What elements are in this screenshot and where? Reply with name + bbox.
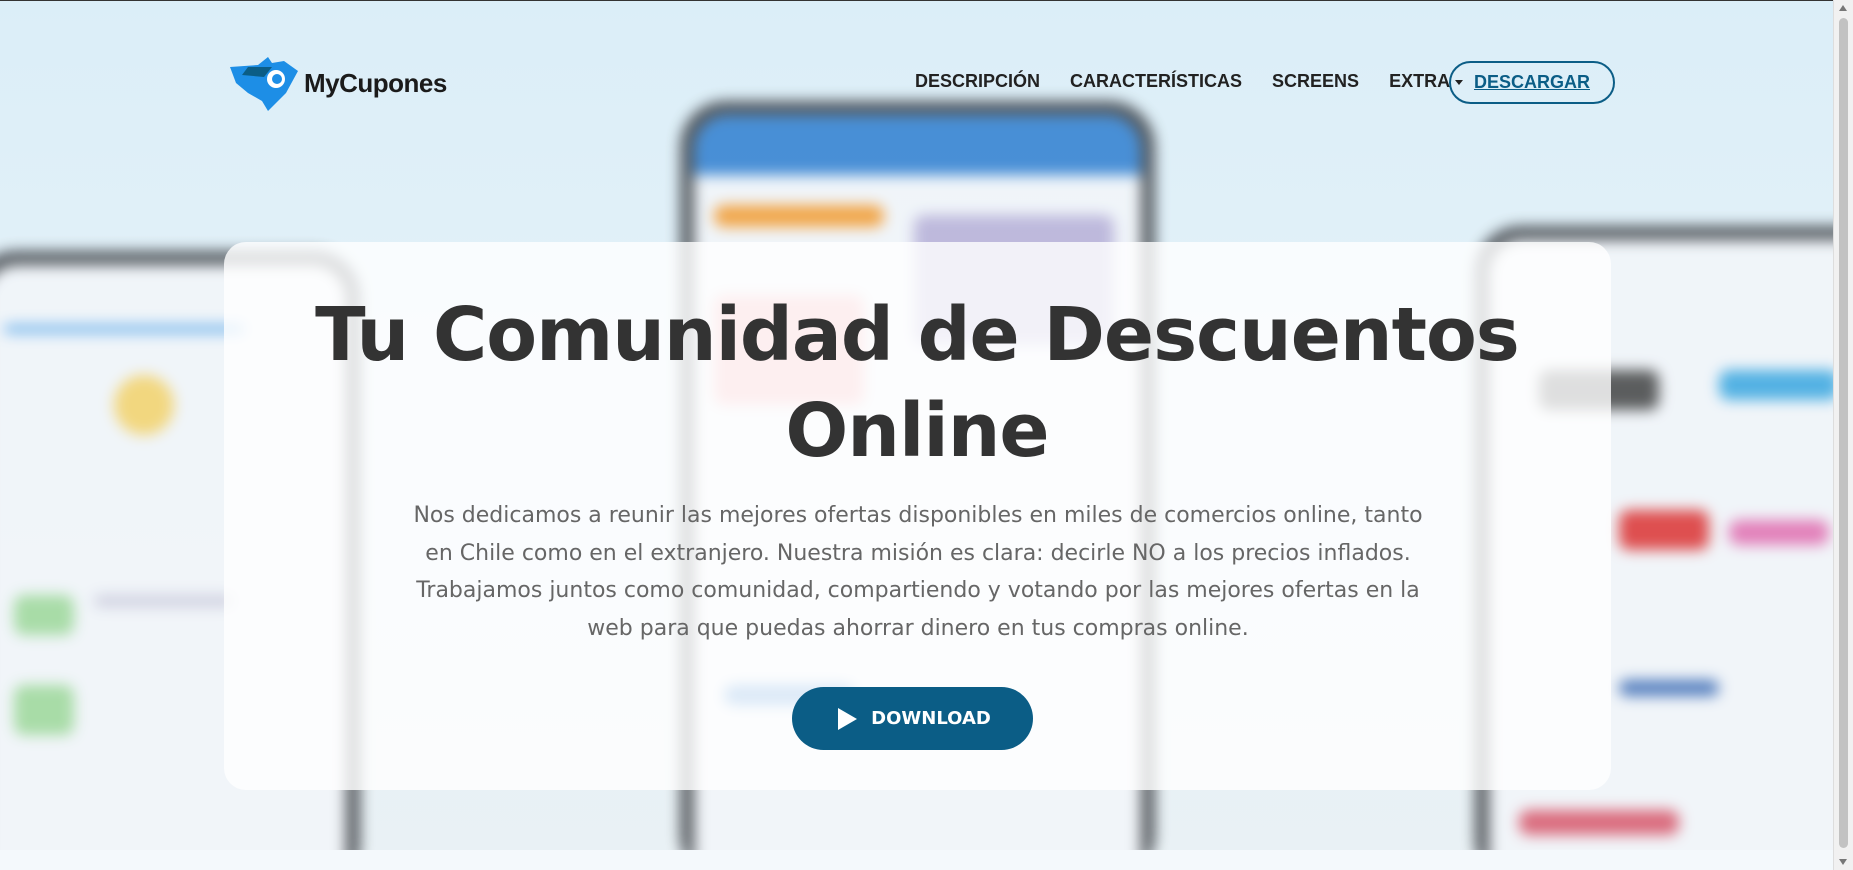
brand-name: MyCupones bbox=[304, 67, 447, 98]
hero-title: Tu Comunidad de Descuentos Online bbox=[0, 287, 1834, 479]
bird-logo-icon bbox=[230, 57, 298, 111]
scrollbar-thumb[interactable] bbox=[1839, 18, 1848, 848]
page-scrollbar[interactable] bbox=[1833, 0, 1853, 870]
hero-title-line-1: Tu Comunidad de Descuentos bbox=[315, 292, 1520, 378]
nav-dropdown-extra-label: EXTRA bbox=[1389, 71, 1451, 91]
hero-title-line-2: Online bbox=[785, 388, 1049, 474]
nav-link-screens[interactable]: SCREENS bbox=[1272, 71, 1359, 92]
next-section-edge bbox=[0, 850, 1834, 870]
scroll-up-arrow-icon[interactable] bbox=[1839, 5, 1847, 11]
play-icon bbox=[838, 707, 858, 730]
descargar-button[interactable]: DESCARGAR bbox=[1449, 61, 1615, 104]
nav-link-descripcion[interactable]: DESCRIPCIÓN bbox=[915, 71, 1040, 92]
scroll-down-arrow-icon[interactable] bbox=[1839, 859, 1847, 865]
brand-logo[interactable]: MyCupones bbox=[228, 53, 447, 113]
nav-link-caracteristicas[interactable]: CARACTERÍSTICAS bbox=[1070, 71, 1242, 92]
hero-description: Nos dedicamos a reunir las mejores ofert… bbox=[413, 503, 1423, 641]
main-nav: DESCRIPCIÓN CARACTERÍSTICAS SCREENS EXTR… bbox=[915, 71, 1492, 92]
hero-section: MyCupones DESCRIPCIÓN CARACTERÍSTICAS SC… bbox=[0, 0, 1834, 851]
download-button[interactable]: DOWNLOAD bbox=[792, 687, 1033, 750]
download-button-label: DOWNLOAD bbox=[871, 708, 991, 729]
